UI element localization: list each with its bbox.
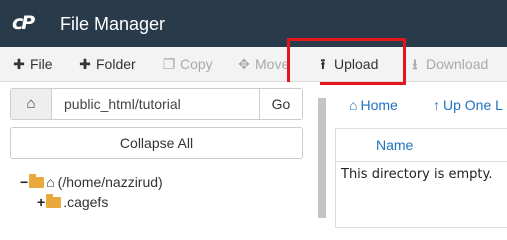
- home-link-label: Home: [360, 97, 398, 113]
- copy-icon: ❐: [162, 56, 176, 72]
- app-title: File Manager: [60, 14, 166, 34]
- name-column-header[interactable]: Name: [336, 129, 507, 162]
- home-path-button[interactable]: ⌂: [11, 89, 52, 119]
- new-folder-button[interactable]: ✚ Folder: [78, 47, 136, 81]
- home-icon: ⌂: [46, 174, 55, 190]
- go-button[interactable]: Go: [259, 89, 302, 119]
- plus-icon: ✚: [79, 56, 91, 72]
- collapse-all-button[interactable]: Collapse All: [10, 127, 303, 159]
- upload-icon: ⭱: [320, 56, 326, 72]
- tree-item-label: (/home/nazzirud): [57, 174, 163, 190]
- file-table: Name This directory is empty.: [335, 128, 507, 228]
- tree-scrollbar[interactable]: [318, 98, 326, 218]
- plus-icon: ✚: [13, 56, 25, 72]
- home-icon: ⌂: [349, 97, 358, 113]
- title-bar: cP File Manager: [0, 0, 507, 47]
- up-one-level-label: Up One L: [443, 97, 503, 113]
- collapse-minus-icon[interactable]: −: [20, 174, 28, 190]
- home-icon: ⌂: [26, 95, 36, 112]
- download-label: Download: [426, 56, 489, 72]
- cpanel-logo: cP: [12, 12, 35, 34]
- upload-label: Upload: [334, 56, 379, 72]
- path-bar: ⌂ Go: [10, 88, 303, 120]
- download-button[interactable]: ⭳ Download: [408, 47, 489, 81]
- move-icon: ✥: [238, 56, 250, 72]
- path-input[interactable]: [52, 89, 259, 119]
- name-column-label: Name: [376, 137, 414, 153]
- new-file-label: File: [30, 56, 53, 72]
- move-button[interactable]: ✥ Move: [237, 47, 289, 81]
- download-icon: ⭳: [412, 56, 418, 72]
- new-folder-label: Folder: [96, 56, 136, 72]
- copy-label: Copy: [180, 56, 213, 72]
- expand-plus-icon[interactable]: +: [37, 194, 45, 210]
- arrow-up-icon: ↑: [433, 97, 440, 113]
- file-list-pane: ⌂ Home ↑ Up One L Name This directory is e…: [333, 82, 507, 228]
- up-one-level-link[interactable]: ↑ Up One L: [433, 96, 503, 114]
- move-label: Move: [255, 56, 290, 72]
- home-link[interactable]: ⌂ Home: [349, 96, 398, 114]
- tree-item-cagefs[interactable]: + .cagefs: [37, 192, 108, 212]
- empty-directory-message: This directory is empty.: [341, 167, 493, 182]
- new-file-button[interactable]: ✚ File: [12, 47, 53, 81]
- folder-icon: [46, 194, 62, 208]
- tree-item-label: .cagefs: [63, 194, 109, 210]
- copy-button[interactable]: ❐ Copy: [162, 47, 213, 81]
- toolbar: ✚ File ✚ Folder ❐ Copy ✥ Move ⭱ Upload ⭳ Downl…: [0, 47, 507, 82]
- tree-item-root[interactable]: − ⌂ (/home/nazzirud): [20, 172, 163, 192]
- upload-button[interactable]: ⭱ Upload: [316, 47, 379, 81]
- directory-tree-pane: ⌂ Go Collapse All −⌂(/home/nazzirud) +.c…: [0, 82, 320, 218]
- folder-open-icon: [29, 174, 45, 188]
